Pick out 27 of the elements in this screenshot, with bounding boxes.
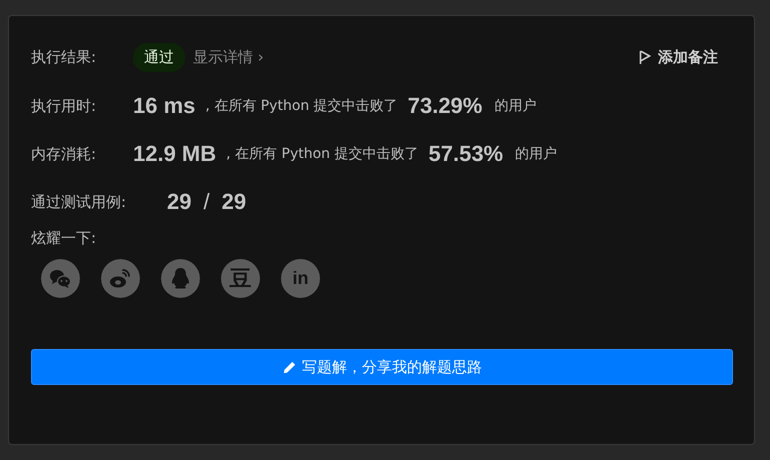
status-badge: 通过 xyxy=(133,42,185,72)
stat-percent: 73.29% xyxy=(408,93,482,119)
tests-value: 29 xyxy=(167,189,192,215)
tests-value: 29 xyxy=(222,189,246,215)
share-label: 炫耀一下: xyxy=(31,229,98,248)
write-solution-button[interactable]: 写题解，分享我的解题思路 xyxy=(31,349,733,385)
stat-label: 内存消耗: xyxy=(31,144,98,164)
stat-text: , 在所有 Python 提交中击败了 xyxy=(205,97,398,115)
add-note-button[interactable]: 添加备注 xyxy=(639,48,718,66)
flag-icon xyxy=(639,50,651,64)
stat-value: 12.9 MB xyxy=(133,141,216,167)
share-button[interactable]: 豆 xyxy=(221,259,260,298)
result-label: 执行结果: xyxy=(31,48,98,66)
share-button[interactable]: in xyxy=(281,259,320,298)
stat-text: 的用户 xyxy=(515,145,558,163)
pencil-icon xyxy=(282,360,297,374)
stat-value: 16 ms xyxy=(133,93,196,119)
stat-text: 的用户 xyxy=(494,97,536,115)
stat-label: 执行用时: xyxy=(31,96,98,116)
stat-percent: 57.53% xyxy=(428,141,504,167)
stat-text: , 在所有 Python 提交中击败了 xyxy=(226,145,418,163)
eye-swirl-icon[interactable] xyxy=(101,259,140,298)
tests-separator: / xyxy=(203,189,210,215)
chat-bubbles-icon[interactable] xyxy=(41,259,80,298)
details-link[interactable]: 显示详情 › xyxy=(193,48,264,66)
tests-label: 通过测试用例: xyxy=(31,192,128,212)
penguin-icon[interactable] xyxy=(161,259,200,298)
